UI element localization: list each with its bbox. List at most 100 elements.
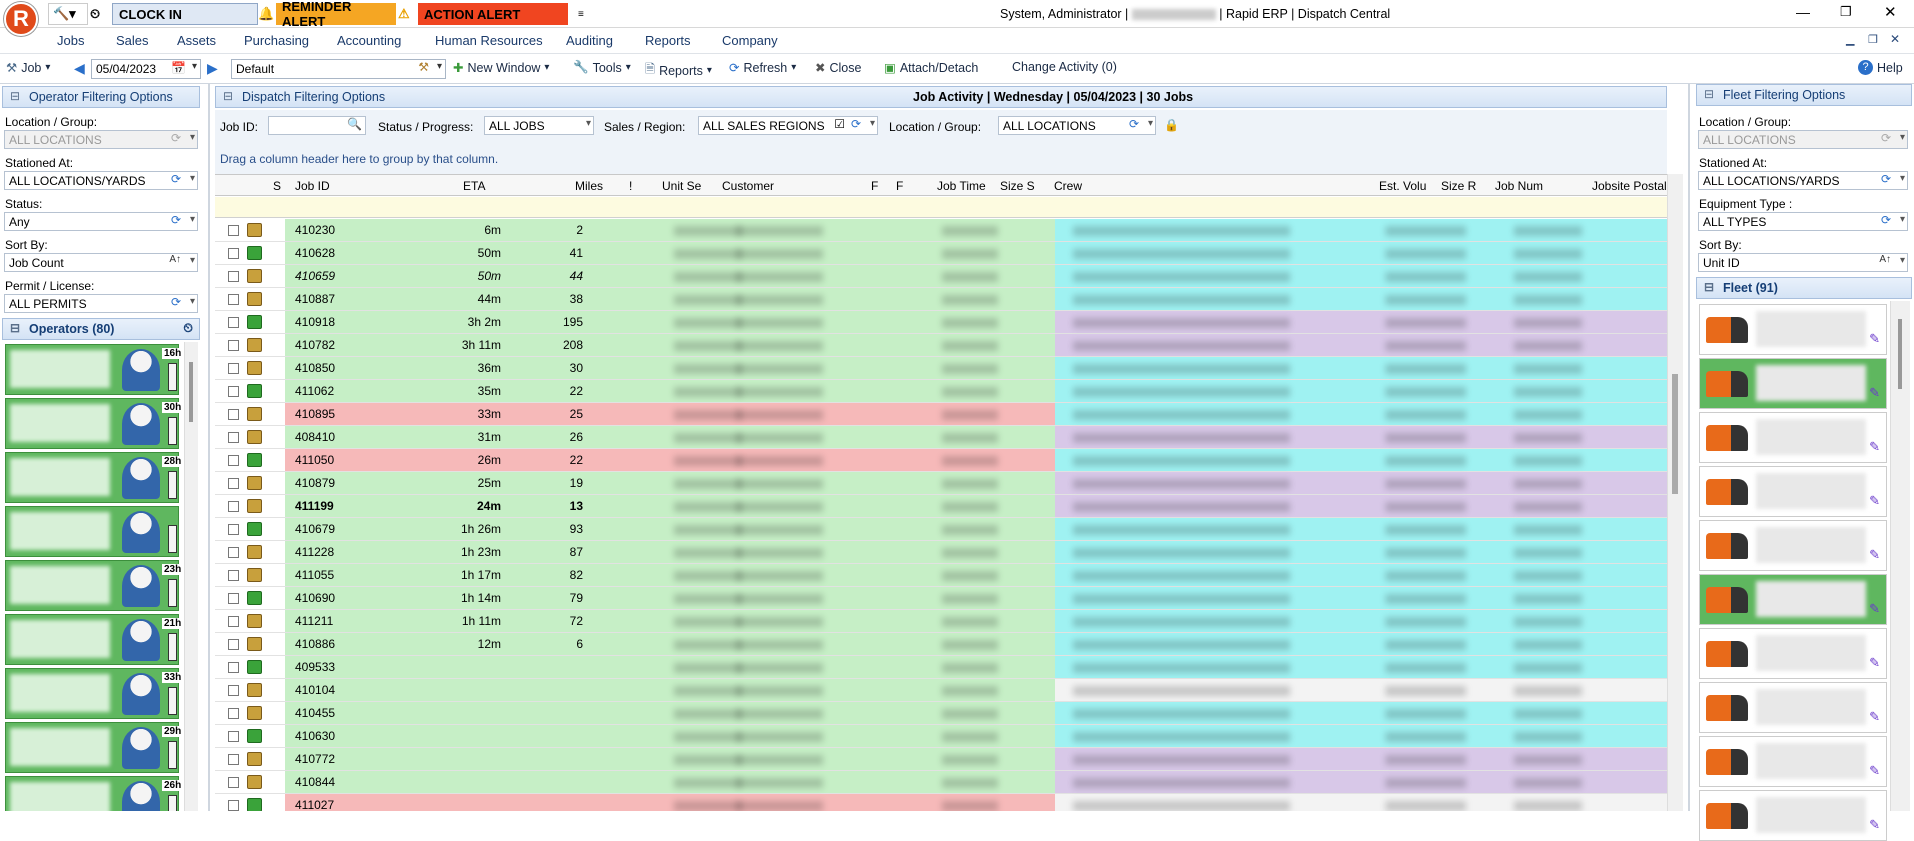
row-checkbox[interactable] xyxy=(228,340,239,351)
table-row[interactable]: 411062 35m 22 xyxy=(215,380,1667,403)
row-checkbox[interactable] xyxy=(228,616,239,627)
table-row[interactable]: 410895 33m 25 xyxy=(215,403,1667,426)
prev-date-arrow-icon[interactable]: ◀ xyxy=(74,60,85,77)
table-row[interactable]: 410782 3h 11m 208 xyxy=(215,334,1667,357)
edit-icon[interactable]: ✎ xyxy=(1869,439,1880,455)
sort-icon[interactable]: A↑ xyxy=(169,254,181,265)
operator-card[interactable]: 26h xyxy=(5,776,184,811)
table-row[interactable]: 410918 3h 2m 195 xyxy=(215,311,1667,334)
col-s[interactable]: S xyxy=(273,176,281,196)
edit-icon[interactable]: ✎ xyxy=(1869,601,1880,617)
table-row[interactable]: 411211 1h 11m 72 xyxy=(215,610,1667,633)
app-logo[interactable]: R xyxy=(4,2,38,36)
table-row[interactable]: 411050 26m 22 xyxy=(215,449,1667,472)
edit-icon[interactable]: ✎ xyxy=(1869,331,1880,347)
refresh-icon[interactable]: ⟳ xyxy=(171,172,181,186)
refresh-icon[interactable]: ⟳ xyxy=(1881,172,1891,186)
attach-detach-button[interactable]: ▣ Attach/Detach xyxy=(884,60,978,76)
row-checkbox[interactable] xyxy=(228,317,239,328)
row-checkbox[interactable] xyxy=(228,386,239,397)
col-job-id[interactable]: Job ID xyxy=(295,176,330,196)
edit-icon[interactable]: ✎ xyxy=(1869,709,1880,725)
row-checkbox[interactable] xyxy=(228,639,239,650)
table-row[interactable]: 410844 xyxy=(215,771,1667,794)
col-job-num[interactable]: Job Num xyxy=(1495,176,1543,196)
job-dropdown[interactable]: ⚒ Job ▾ xyxy=(6,60,50,76)
row-checkbox[interactable] xyxy=(228,524,239,535)
row-checkbox[interactable] xyxy=(228,800,239,811)
row-checkbox[interactable] xyxy=(228,455,239,466)
col-est-volume[interactable]: Est. Volu xyxy=(1379,176,1426,196)
close-window-icon[interactable]: ✕ xyxy=(1884,3,1897,21)
checkbox-icon[interactable]: ☑ xyxy=(834,117,845,131)
col-size-r[interactable]: Size R xyxy=(1441,176,1476,196)
sales-region-select[interactable]: ALL SALES REGIONS ☑ ⟳ ▾ xyxy=(698,116,878,135)
operator-card[interactable]: 21h xyxy=(5,614,184,665)
menu-human-resources[interactable]: Human Resources xyxy=(435,33,543,48)
table-row[interactable]: 410630 xyxy=(215,725,1667,748)
fleet-unit-card[interactable]: ✎ xyxy=(1699,304,1887,355)
grid-scrollbar[interactable] xyxy=(1667,174,1683,811)
row-checkbox[interactable] xyxy=(228,731,239,742)
status-progress-select[interactable]: ALL JOBS ▾ xyxy=(484,116,594,135)
col-job-time[interactable]: Job Time xyxy=(937,176,986,196)
operator-stationed-select[interactable]: ALL LOCATIONS/YARDS ⟳ ▾ xyxy=(4,171,198,190)
table-row[interactable]: 411027 xyxy=(215,794,1667,811)
row-checkbox[interactable] xyxy=(228,363,239,374)
operator-card[interactable]: 33h xyxy=(5,668,184,719)
operators-header[interactable]: Operators (80) ⏲ xyxy=(2,318,200,340)
operator-permit-select[interactable]: ALL PERMITS ⟳ ▾ xyxy=(4,294,198,313)
table-row[interactable]: 410772 xyxy=(215,748,1667,771)
menu-sales[interactable]: Sales xyxy=(116,33,149,48)
fleet-unit-card[interactable]: ✎ xyxy=(1699,520,1887,571)
menu-purchasing[interactable]: Purchasing xyxy=(244,33,309,48)
menu-reports[interactable]: Reports xyxy=(645,33,691,48)
operator-card[interactable]: 23h xyxy=(5,560,184,611)
fleet-unit-card[interactable]: ✎ xyxy=(1699,412,1887,463)
operator-card[interactable]: 30h xyxy=(5,398,184,449)
operator-sort-select[interactable]: Job Count A↑ ▾ xyxy=(4,253,198,272)
table-row[interactable]: 410850 36m 30 xyxy=(215,357,1667,380)
row-checkbox[interactable] xyxy=(228,248,239,259)
row-checkbox[interactable] xyxy=(228,754,239,765)
edit-icon[interactable]: ✎ xyxy=(1869,385,1880,401)
row-checkbox[interactable] xyxy=(228,432,239,443)
refresh-icon[interactable]: ⟳ xyxy=(171,295,181,309)
col-jobsite-postal[interactable]: Jobsite Postal xyxy=(1592,176,1667,196)
table-row[interactable]: 410628 50m 41 xyxy=(215,242,1667,265)
table-row[interactable]: 410455 xyxy=(215,702,1667,725)
refresh-icon[interactable]: ⟳ xyxy=(851,117,861,131)
menu-jobs[interactable]: Jobs xyxy=(57,33,84,48)
row-checkbox[interactable] xyxy=(228,708,239,719)
clock-icon[interactable]: ⏲ xyxy=(183,321,193,336)
restore-icon[interactable]: ❐ xyxy=(1840,4,1852,20)
date-picker[interactable]: 05/04/2023 📅 xyxy=(91,59,201,79)
table-row[interactable]: 410886 12m 6 xyxy=(215,633,1667,656)
edit-icon[interactable]: ✎ xyxy=(1869,547,1880,563)
fleet-unit-card[interactable]: ✎ xyxy=(1699,358,1887,409)
refresh-icon[interactable]: ⟳ xyxy=(1129,117,1139,131)
col-excl[interactable]: ! xyxy=(629,176,632,196)
close-button[interactable]: ✖ Close xyxy=(815,60,861,76)
splitter-left[interactable] xyxy=(208,84,210,811)
col-eta[interactable]: ETA xyxy=(463,176,485,196)
operator-card[interactable]: 28h xyxy=(5,452,184,503)
fleet-sort-select[interactable]: Unit ID A↑ ▾ xyxy=(1698,253,1908,272)
operator-status-select[interactable]: Any ⟳ ▾ xyxy=(4,212,198,231)
col-crew[interactable]: Crew xyxy=(1054,176,1082,196)
table-row[interactable]: 410104 xyxy=(215,679,1667,702)
fleet-filter-header[interactable]: Fleet Filtering Options xyxy=(1696,84,1912,106)
col-size-s[interactable]: Size S xyxy=(1000,176,1035,196)
fleet-header[interactable]: Fleet (91) xyxy=(1696,277,1912,299)
menu-company[interactable]: Company xyxy=(722,33,778,48)
table-row[interactable]: 410887 44m 38 xyxy=(215,288,1667,311)
customize-quick-access-icon[interactable]: ≡ xyxy=(578,3,592,25)
col-customer[interactable]: Customer xyxy=(722,176,774,196)
reminder-alert-button[interactable]: REMINDER ALERT xyxy=(276,0,396,29)
table-row[interactable]: 409533 xyxy=(215,656,1667,679)
search-icon[interactable]: 🔍 xyxy=(347,117,362,131)
table-row[interactable]: 411199 24m 13 xyxy=(215,495,1667,518)
edit-icon[interactable]: ✎ xyxy=(1869,817,1880,833)
fleet-unit-card[interactable]: ✎ xyxy=(1699,574,1887,625)
row-checkbox[interactable] xyxy=(228,570,239,581)
